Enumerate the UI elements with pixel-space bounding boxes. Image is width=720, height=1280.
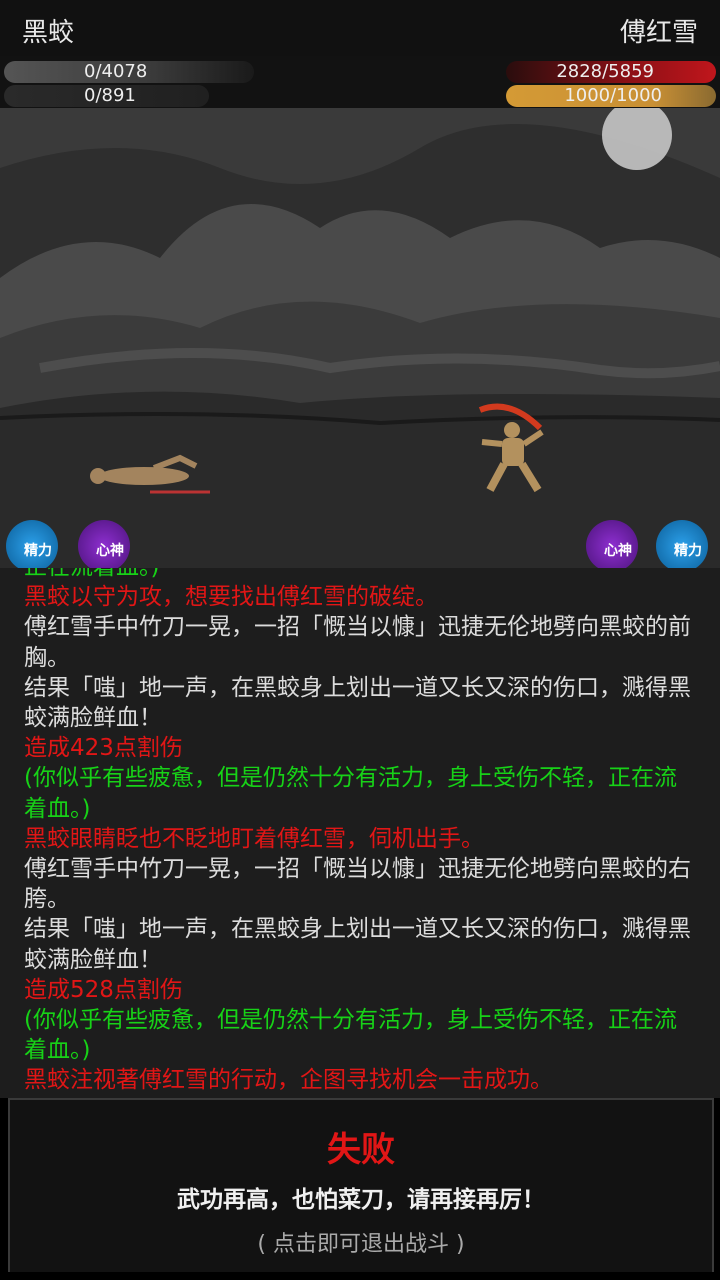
result-message: 武功再高，也怕菜刀，请再接再厉！ bbox=[177, 1187, 545, 1213]
player-name: 傅红雪 bbox=[619, 18, 698, 48]
log-line: 傅红雪手中竹刀一晃，一招「慨当以慷」迅捷无伦地劈向黑蛟的前胸。 bbox=[24, 614, 691, 671]
enemy-hp-text: 0/4078 bbox=[84, 61, 148, 82]
log-line: 造成423点割伤 bbox=[24, 735, 183, 762]
log-line: (你似乎有些疲惫，但是仍然十分有活力，身上受伤不轻，正在流着血。) bbox=[24, 1007, 677, 1064]
player-mp-text: 1000/1000 bbox=[564, 85, 662, 106]
enemy-stamina-label: 精力 bbox=[24, 543, 52, 559]
log-line: 结果「嗤」地一声，在黑蛟身上划出一道又长又深的伤口，溅得黑蛟满脸鲜血！ bbox=[24, 916, 691, 973]
enemy-spirit-label: 心神 bbox=[96, 543, 124, 559]
log-line: 结果「嗤」地一声，在黑蛟身上划出一道又长又深的伤口，溅得黑蛟满脸鲜血！ bbox=[24, 674, 691, 732]
log-line: 正在流着血。) bbox=[24, 568, 696, 582]
result-title: 失败 bbox=[327, 1130, 395, 1170]
top-bar: 黑蛟 傅红雪 bbox=[0, 0, 720, 56]
player-stamina-label: 精力 bbox=[674, 543, 702, 559]
bottom-strip bbox=[0, 1272, 720, 1280]
player-figure bbox=[478, 403, 544, 493]
fallen-enemy-figure bbox=[90, 454, 210, 494]
log-line: 黑蛟注视著傅红雪的行动，企图寻找机会一击成功。 bbox=[24, 1067, 553, 1094]
combat-log[interactable]: 正在流着血。) 黑蛟以守为攻，想要找出傅红雪的破绽。 傅红雪手中竹刀一晃，一招「… bbox=[0, 568, 720, 1098]
player-hp-text: 2828/5859 bbox=[556, 61, 654, 82]
exit-battle-hint[interactable]: ( 点击即可退出战斗 ) bbox=[10, 1226, 712, 1258]
combat-log-lines: 正在流着血。) 黑蛟以守为攻，想要找出傅红雪的破绽。 傅红雪手中竹刀一晃，一招「… bbox=[24, 568, 696, 1096]
log-line: (你似乎有些疲惫，但是仍然十分有活力，身上受伤不轻，正在流着血。) bbox=[24, 765, 677, 822]
log-line: 傅红雪手中竹刀一晃，一招「慨当以慷」迅捷无伦地劈向黑蛟的右胯。 bbox=[24, 856, 691, 913]
battle-result-dialog[interactable]: 失败 武功再高，也怕菜刀，请再接再厉！ ( 点击即可退出战斗 ) bbox=[8, 1098, 714, 1274]
player-spirit-label: 心神 bbox=[604, 543, 632, 559]
log-line: 黑蛟眼睛眨也不眨地盯着傅红雪，伺机出手。 bbox=[24, 825, 484, 852]
enemy-name: 黑蛟 bbox=[22, 18, 75, 48]
battle-scene[interactable]: 精力 心神 心神 精力 bbox=[0, 108, 720, 568]
log-line: 黑蛟以守为攻，想要找出傅红雪的破绽。 bbox=[24, 584, 438, 611]
log-line: 造成528点割伤 bbox=[24, 976, 183, 1003]
enemy-mp-text: 0/891 bbox=[84, 85, 136, 106]
stat-bars: 0/4078 0/891 2828/5859 1000/1000 bbox=[0, 56, 720, 108]
